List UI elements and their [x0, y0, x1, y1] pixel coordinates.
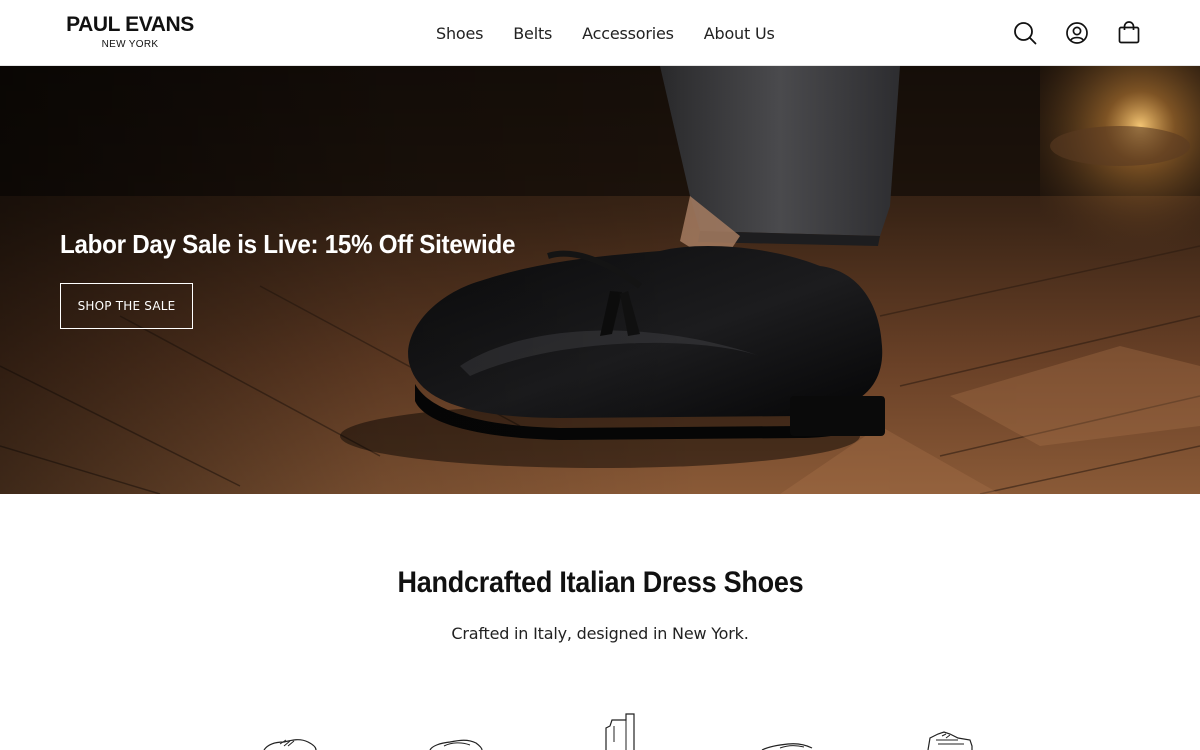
boot-icon [605, 713, 635, 750]
hero-banner: Labor Day Sale is Live: 15% Off Sitewide… [0, 66, 1200, 494]
category-sneaker[interactable] [924, 712, 974, 750]
loafer-icon [429, 739, 483, 750]
oxford-shoe-icon [263, 739, 317, 750]
category-slipper[interactable] [760, 712, 816, 750]
section-title: Handcrafted Italian Dress Shoes [0, 566, 1200, 600]
category-loafer[interactable] [428, 712, 484, 750]
category-boot[interactable] [596, 712, 642, 750]
account-icon [1066, 22, 1088, 44]
section-subtitle: Crafted in Italy, designed in New York. [451, 624, 749, 643]
sneaker-icon [927, 731, 973, 750]
section-title-text: Handcrafted Italian Dress Shoes [397, 566, 803, 599]
hero-image [0, 66, 1200, 494]
brand-logo[interactable]: PAUL EVANS NEW YORK [60, 13, 200, 52]
search-button[interactable] [1011, 19, 1039, 47]
site-header: PAUL EVANS NEW YORK Shoes Belts Accessor… [0, 0, 1200, 66]
shop-the-sale-button[interactable]: SHOP THE SALE [60, 283, 193, 329]
cart-icon [1118, 21, 1140, 44]
cart-button[interactable] [1115, 19, 1143, 47]
category-oxford[interactable] [262, 712, 318, 750]
hero-title: Labor Day Sale is Live: 15% Off Sitewide [60, 229, 516, 259]
nav-item-belts[interactable]: Belts [513, 24, 552, 43]
nav-item-about-us[interactable]: About Us [704, 24, 775, 43]
nav-item-shoes[interactable]: Shoes [436, 24, 483, 43]
account-button[interactable] [1063, 19, 1091, 47]
brand-location: NEW YORK [101, 39, 159, 50]
main-nav: Shoes Belts Accessories About Us [436, 0, 775, 66]
search-icon [1014, 22, 1037, 45]
brand-name: PAUL EVANS [66, 13, 194, 36]
slipper-icon [761, 743, 813, 750]
category-icons-row [0, 712, 1200, 750]
nav-item-accessories[interactable]: Accessories [582, 24, 674, 43]
